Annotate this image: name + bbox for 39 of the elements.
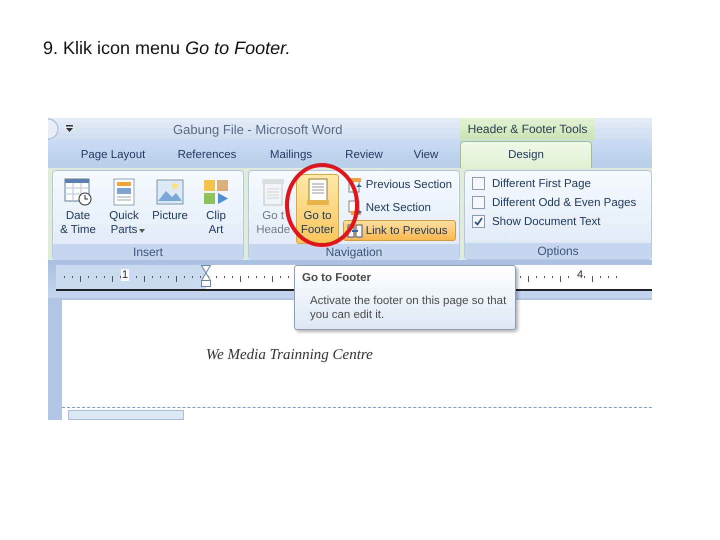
tooltip-text: Activate the footer on this page so that you can edit it.	[310, 294, 508, 322]
checkbox[interactable]	[472, 215, 485, 228]
group-label: Insert	[53, 244, 243, 260]
checkbox-label: Different Odd & Even Pages	[492, 196, 636, 208]
page-arrow-icon	[346, 200, 363, 216]
ribbon-button[interactable]: Quick Parts	[102, 174, 146, 244]
group-label: Navigation	[249, 244, 459, 260]
ribbon-tab[interactable]: References	[158, 142, 256, 168]
instruction-text: 9. Klik icon menu Go to Footer.	[43, 38, 290, 59]
checkbox-label: Different First Page	[492, 178, 591, 190]
checkbox-label: Show Document Text	[492, 216, 600, 228]
indent-marker-icon[interactable]	[201, 265, 211, 287]
clipart-icon	[201, 177, 231, 207]
linked-pages-icon	[346, 222, 363, 238]
ribbon-button[interactable]: Next Section	[342, 197, 456, 218]
ruler-number: 1	[121, 269, 130, 281]
ribbon-button[interactable]: Go to Footer	[296, 174, 339, 244]
tooltip-title: Go to Footer	[302, 272, 372, 284]
ribbon-tab[interactable]: View	[402, 142, 450, 168]
ribbon-button[interactable]: Clip Art	[194, 174, 238, 244]
header-text: We Media Trainning Centre	[206, 347, 373, 364]
ribbon-tab[interactable]: Design	[460, 141, 592, 168]
checkbox[interactable]	[472, 177, 485, 190]
calendar-icon	[63, 177, 93, 207]
ribbon-button[interactable]: Date & Time	[56, 174, 100, 244]
ribbon-button[interactable]: Previous Section	[342, 174, 456, 195]
window-title: Gabung File - Microsoft Word	[173, 122, 343, 136]
ruler-number: 4	[576, 269, 584, 281]
ribbon-tab[interactable]: Page Layout	[68, 142, 158, 168]
ribbon-tab[interactable]: Review	[326, 142, 402, 168]
ribbon-button[interactable]: Picture	[148, 174, 192, 244]
group-label: Options	[465, 243, 651, 259]
checkbox[interactable]	[472, 196, 485, 209]
ribbon-tab[interactable]: Mailings	[256, 142, 326, 168]
contextual-tab-group: Header & Footer Tools	[460, 118, 595, 140]
page-arrow-icon	[346, 176, 363, 192]
customize-toolbar-icon[interactable]	[66, 125, 73, 133]
picture-icon	[155, 177, 185, 207]
ribbon-button[interactable]: Link to Previous	[342, 220, 456, 241]
